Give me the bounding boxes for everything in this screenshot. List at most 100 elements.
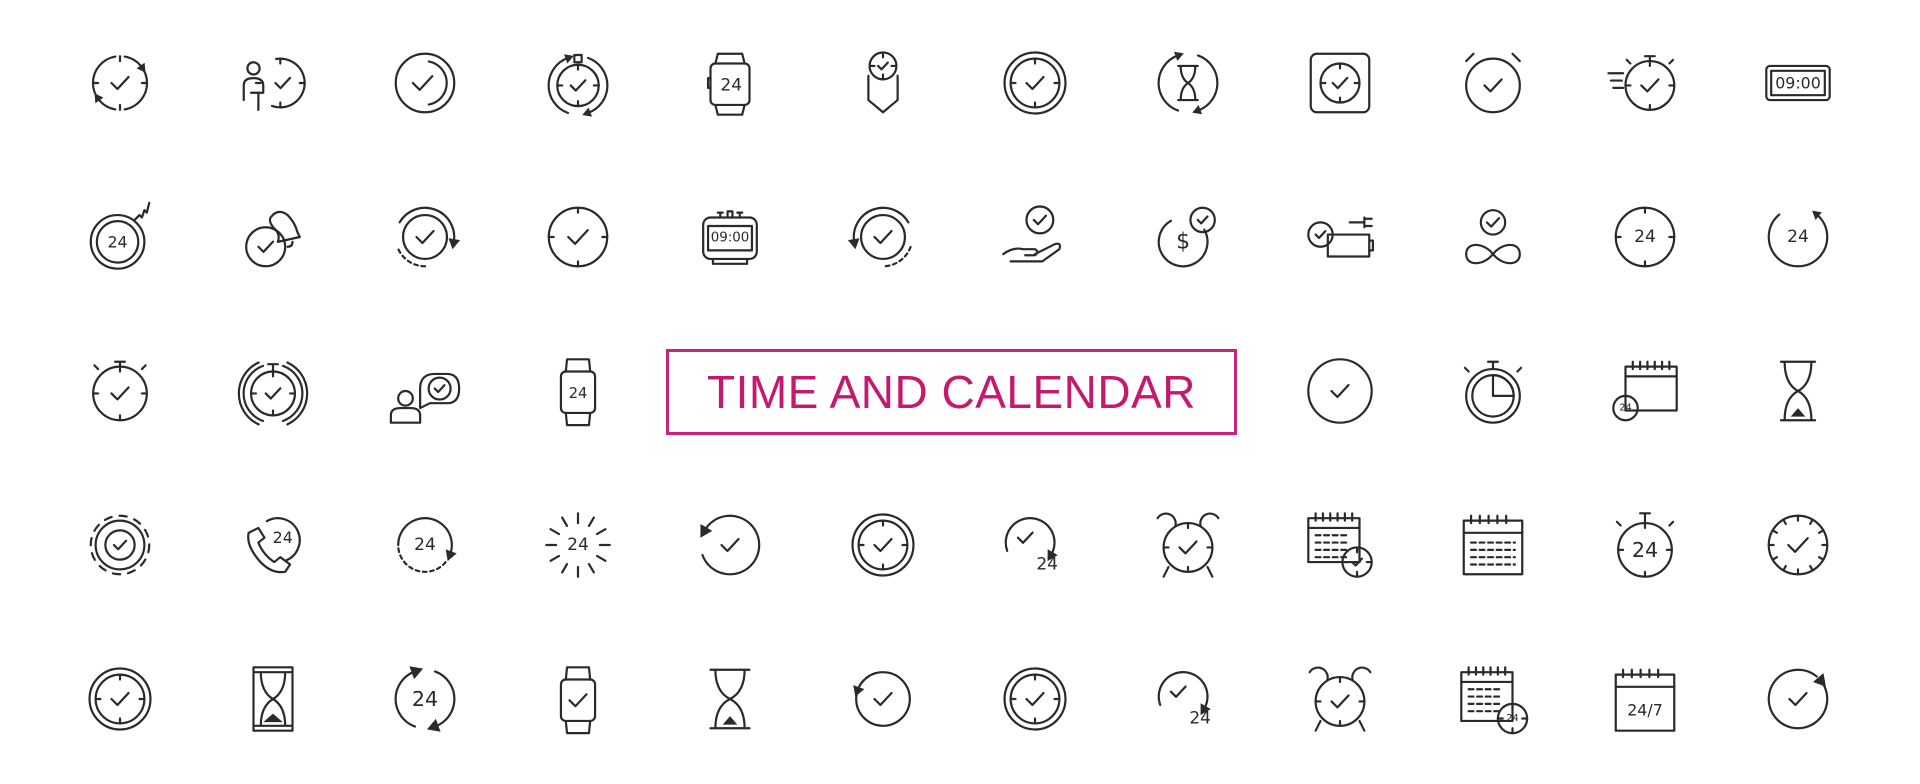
hourglass-stand-icon: [709, 668, 751, 730]
clock-refresh-icon: [92, 55, 149, 111]
clock-check-icon: [547, 206, 609, 268]
alarm-clock-icon: [1156, 512, 1220, 578]
icon-cell: 24: [1112, 622, 1265, 776]
icon-cell: [654, 468, 807, 622]
icon-cell: [502, 622, 655, 776]
icon-cell: [807, 6, 960, 160]
icon-cell: $: [1112, 160, 1265, 314]
stopwatch-24-icon: 24: [1616, 512, 1675, 578]
icon-cell: [502, 6, 655, 160]
icon-cell: [1722, 314, 1875, 468]
calendar-clock-icon: [1307, 512, 1374, 578]
icon-label: $: [1176, 229, 1190, 254]
stopwatch-check-icon: [92, 360, 149, 422]
icon-cell: [1264, 468, 1417, 622]
icon-label: 24: [1189, 709, 1211, 729]
icon-label: 24: [1632, 538, 1658, 562]
icon-label: 24: [1634, 227, 1656, 247]
icon-cell: 09:00: [1722, 6, 1875, 160]
phone-24-icon: 24: [246, 517, 301, 574]
hourglass-frame-icon: [252, 666, 294, 732]
icon-label: 24: [1787, 227, 1809, 247]
person-clock-icon: [242, 57, 306, 111]
icon-cell: [1417, 468, 1570, 622]
clock-check-icon: [1307, 358, 1374, 424]
icon-cell: 24: [44, 160, 197, 314]
icon-cell: 24: [502, 468, 655, 622]
icon-cell: [1417, 6, 1570, 160]
infinity-clock-icon: [1464, 209, 1521, 265]
clock-redo-icon: [1767, 668, 1829, 730]
icon-cell: [959, 6, 1112, 160]
icon-cell: 24: [197, 468, 350, 622]
icon-label: 24: [721, 75, 743, 95]
calendar-icon: [1462, 514, 1524, 576]
stopwatch-pie-icon: [1463, 360, 1522, 424]
icon-cell: [1417, 160, 1570, 314]
bomb-24-icon: 24: [89, 201, 151, 270]
icon-cell: 24: [1569, 468, 1722, 622]
title-text: TIME AND CALENDAR: [706, 366, 1197, 418]
icon-cell: 24: [349, 622, 502, 776]
clock-check-icon: [394, 52, 456, 114]
icon-cell: 24: [502, 314, 655, 468]
icon-label: 24: [272, 528, 292, 547]
icon-cell: 24: [1417, 622, 1570, 776]
icon-cell: [1112, 6, 1265, 160]
icon-cell: [349, 314, 502, 468]
icon-cell: [807, 160, 960, 314]
icon-cell: 24: [654, 6, 807, 160]
icon-cell: [1417, 314, 1570, 468]
refresh-24-icon: 24: [1767, 210, 1829, 268]
icon-label: 09:00: [1775, 74, 1821, 93]
icon-cell: [44, 468, 197, 622]
icon-label: 09:00: [711, 231, 750, 246]
digital-clock-icon: 09:00: [1764, 64, 1831, 102]
icon-cell: 24/7: [1569, 622, 1722, 776]
hourglass-icon: [1779, 360, 1816, 422]
icon-cell: [44, 6, 197, 160]
icon-cell: [197, 160, 350, 314]
icon-cell: [1264, 314, 1417, 468]
icon-cell: [959, 160, 1112, 314]
sun-24-icon: 24: [544, 512, 611, 578]
stopwatch-refresh-icon: [547, 53, 609, 117]
icon-cell: [807, 468, 960, 622]
clock-clockwise-icon: [396, 206, 461, 268]
undo-check-icon: [700, 514, 761, 576]
refresh-24-arrows-icon: 24: [394, 666, 456, 732]
icon-cell: [959, 622, 1112, 776]
clock-check-ring-icon: [851, 513, 915, 577]
icon-cell: [197, 314, 350, 468]
icon-label: 24: [414, 535, 436, 555]
clock-counterclockwise-icon: [847, 206, 912, 268]
alarm-clock-check-icon: [1464, 52, 1521, 114]
icon-cell: [1722, 622, 1875, 776]
gear-clock-icon: [89, 514, 151, 576]
calendar-24-icon: 24: [1459, 666, 1528, 735]
smartwatch-24-icon: 24: [707, 52, 751, 116]
icon-cell: 09:00: [654, 160, 807, 314]
dollar-clock-icon: $: [1157, 206, 1216, 268]
icon-label: 24: [1506, 713, 1518, 724]
icon-label: 24: [1037, 555, 1059, 575]
redo-24-icon: 24: [1157, 671, 1211, 729]
calendar-24-7-icon: 24/7: [1614, 668, 1676, 732]
icon-cell: 24: [959, 468, 1112, 622]
hand-clock-icon: [1002, 205, 1062, 263]
stopwatch-ringing-icon: [237, 361, 308, 426]
battery-clock-icon: [1307, 216, 1375, 258]
alarm-clock-icon: [1308, 666, 1372, 732]
icon-cell: [1112, 468, 1265, 622]
icon-cell: [1569, 6, 1722, 160]
clock-square-icon: [1309, 52, 1371, 114]
digital-alarm-clock-icon: 09:00: [702, 210, 759, 265]
redo-24-icon: 24: [1004, 517, 1059, 575]
calendar-24-icon: 24: [1612, 360, 1679, 422]
icon-cell: [654, 622, 807, 776]
clock-bell-icon: [244, 210, 301, 268]
icon-label: 24: [567, 535, 589, 555]
icon-cell: [1264, 6, 1417, 160]
clock-shield-icon: [867, 51, 899, 114]
clock-check-ring-icon: [88, 667, 152, 731]
